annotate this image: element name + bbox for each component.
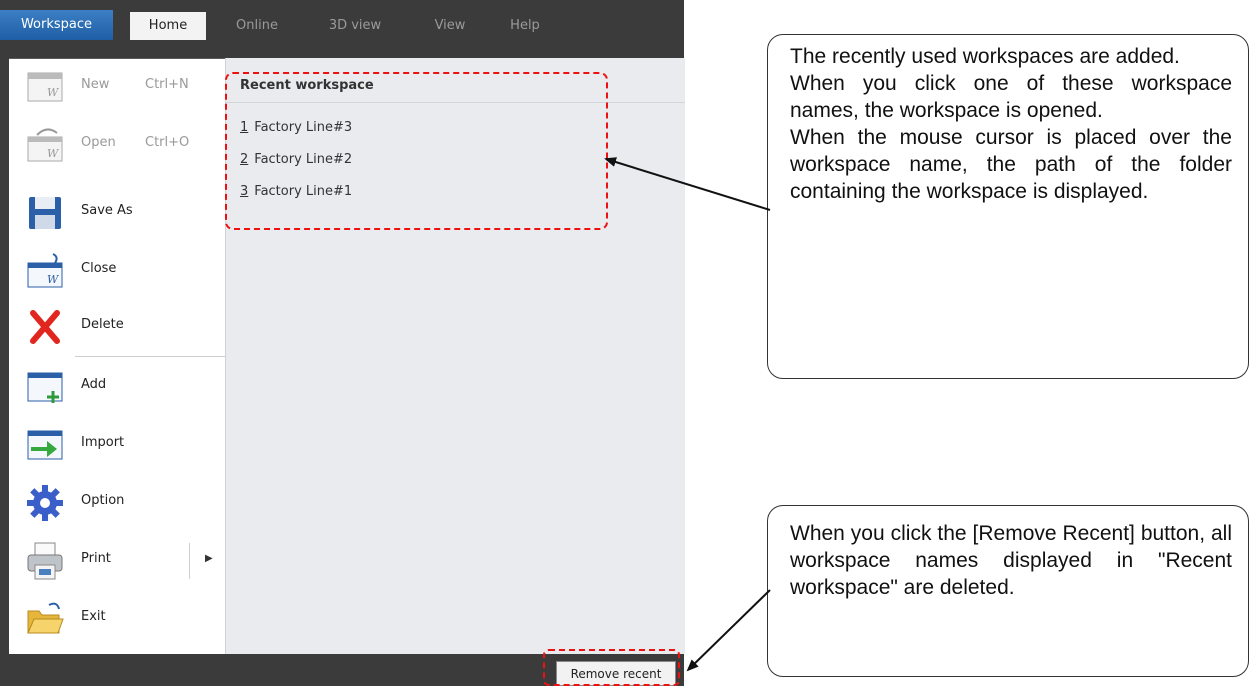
printer-icon (27, 542, 63, 580)
print-label: Print (81, 551, 111, 566)
import-icon (27, 430, 63, 460)
import-label: Import (81, 435, 125, 450)
close-workspace-icon: W (27, 253, 63, 288)
floppy-disk-icon (29, 197, 61, 229)
recent-workspace-callout: The recently used workspaces are added. … (767, 34, 1249, 379)
import-menu-item[interactable]: Import (9, 417, 225, 473)
callout-line: The recently used workspaces are added. (790, 45, 1180, 68)
svg-text:W: W (47, 147, 60, 160)
new-workspace-icon: W (27, 72, 63, 102)
option-label: Option (81, 493, 125, 508)
delete-x-icon (30, 310, 60, 344)
save-as-menu-item[interactable]: Save As (9, 185, 225, 241)
gear-icon (27, 485, 63, 521)
workspace-menu: W New Ctrl+N W Open Ctrl+O Save As W Clo… (9, 58, 225, 655)
submenu-arrow-icon[interactable]: ▶ (205, 553, 213, 564)
ribbon-tab-bar: Workspace Home Online 3D view View Help (0, 0, 684, 44)
menu-separator (75, 356, 225, 357)
open-menu-item[interactable]: W Open Ctrl+O (9, 117, 225, 173)
exit-folder-icon (27, 602, 64, 634)
add-workspace-icon (27, 372, 63, 403)
tab-help[interactable]: Help (505, 12, 545, 40)
remove-callout-arrow (686, 589, 771, 672)
recent-list-highlight (225, 72, 608, 230)
add-label: Add (81, 377, 107, 392)
svg-text:W: W (47, 273, 60, 286)
tab-3d-view[interactable]: 3D view (322, 12, 388, 40)
new-shortcut: Ctrl+N (145, 77, 189, 92)
delete-label: Delete (81, 317, 124, 332)
add-menu-item[interactable]: Add (9, 359, 225, 415)
print-split-divider (189, 543, 190, 579)
tab-online[interactable]: Online (232, 12, 282, 40)
print-menu-item[interactable]: Print ▶ (9, 533, 225, 589)
close-label: Close (81, 261, 117, 276)
exit-menu-item[interactable]: Exit (9, 591, 225, 647)
callout-line: When you click one of these workspace na… (790, 72, 1232, 122)
tab-home[interactable]: Home (130, 12, 206, 40)
remove-recent-highlight (543, 649, 680, 686)
delete-menu-item[interactable]: Delete (9, 299, 225, 355)
save-as-label: Save As (81, 203, 133, 218)
open-shortcut: Ctrl+O (145, 135, 190, 150)
new-label: New (81, 77, 110, 92)
callout-text: When you click the [Remove Recent] butto… (790, 522, 1232, 599)
tab-workspace[interactable]: Workspace (0, 10, 113, 40)
exit-label: Exit (81, 609, 106, 624)
close-menu-item[interactable]: W Close (9, 243, 225, 299)
svg-text:W: W (47, 86, 60, 99)
open-label: Open (81, 135, 116, 150)
open-workspace-icon: W (27, 128, 63, 162)
option-menu-item[interactable]: Option (9, 475, 225, 531)
remove-recent-callout: When you click the [Remove Recent] butto… (767, 505, 1249, 677)
callout-line: When the mouse cursor is placed over the… (790, 126, 1232, 203)
tab-view[interactable]: View (428, 12, 472, 40)
new-menu-item[interactable]: W New Ctrl+N (9, 59, 225, 115)
